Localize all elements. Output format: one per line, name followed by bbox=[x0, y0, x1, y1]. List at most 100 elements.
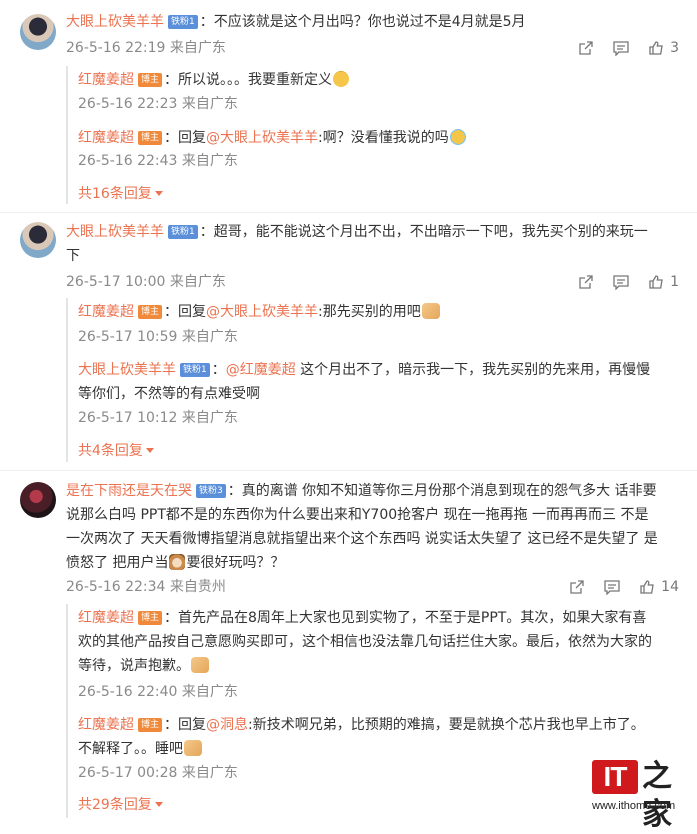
more-replies-link[interactable]: 共16条回复 bbox=[78, 184, 163, 204]
more-replies-label: 共16条回复 bbox=[78, 186, 152, 202]
ithome-watermark: IT 之家 www.ithome.com bbox=[592, 756, 692, 832]
reply-time: 26-5-16 22:23 来自广东 bbox=[78, 96, 238, 112]
comment-time: 26-5-16 22:34 来自贵州 bbox=[66, 579, 226, 595]
share-icon bbox=[579, 41, 593, 55]
like-button[interactable]: 14 bbox=[639, 579, 679, 595]
comment-icon bbox=[613, 41, 629, 56]
comment-text-cont: 说那么白吗 PPT都不是的东西你为什么要出来和Y700抢客户 现在一拖再拖 一而… bbox=[66, 507, 649, 523]
avatar[interactable] bbox=[20, 482, 56, 518]
folded-hands-emoji-icon bbox=[184, 740, 202, 756]
reply-time: 26-5-16 22:43 来自广东 bbox=[78, 153, 238, 169]
owner-badge: 博主 bbox=[138, 73, 163, 87]
comment-actions: 1 bbox=[560, 272, 679, 292]
reply-body: 红魔姜超 博主 ：回复@洞息:新技术啊兄弟，比预期的难搞，要是就换个芯片我也早上市了… bbox=[78, 713, 645, 737]
like-button[interactable]: 3 bbox=[648, 40, 679, 56]
comment-button[interactable] bbox=[612, 40, 630, 56]
share-button[interactable] bbox=[578, 40, 594, 56]
comment-time: 26-5-17 10:00 来自广东 bbox=[66, 274, 226, 290]
reply-time: 26-5-16 22:40 来自广东 bbox=[78, 684, 238, 700]
chevron-down-icon bbox=[154, 802, 163, 807]
fan-badge: 铁粉1 bbox=[168, 225, 198, 239]
comment-actions: 14 bbox=[551, 577, 679, 597]
reply-text-cont: 欢的其他产品按自己意愿购买即可，这个相信也没法靠几句话拦住大家。最后，依然为大家… bbox=[78, 634, 652, 650]
share-button[interactable] bbox=[569, 579, 585, 595]
comment-icon bbox=[604, 580, 620, 595]
comment-actions: 3 bbox=[560, 38, 679, 58]
reply-text: ：所以说。。。我要重新定义 bbox=[164, 72, 333, 88]
reply-text-cont: 不解释了。。睡吧 bbox=[78, 737, 203, 761]
fan-badge: 铁粉1 bbox=[168, 15, 198, 29]
mention-link[interactable]: @洞息 bbox=[206, 717, 248, 733]
like-button[interactable]: 1 bbox=[648, 274, 679, 290]
reply-body: 红魔姜超 博主 ：所以说。。。我要重新定义 bbox=[78, 68, 350, 92]
reply-author[interactable]: 大眼上砍美羊羊 bbox=[78, 362, 176, 378]
more-replies-link[interactable]: 共4条回复 bbox=[78, 441, 154, 461]
reply-prefix: ： bbox=[211, 362, 226, 378]
comment-text-cont: 一次两次了 天天看微博指望消息就指望出来个这个东西吗 说实话太失望了 这已经不是… bbox=[66, 531, 658, 547]
laugh-cry-emoji-icon bbox=[449, 129, 466, 145]
chevron-down-icon bbox=[145, 448, 154, 453]
reply-text-cont: 等待，说声抱歉。 bbox=[78, 654, 210, 678]
owner-badge: 博主 bbox=[138, 718, 163, 732]
reply-body: 大眼上砍美羊羊 铁粉1 ：@红魔姜超 这个月出不了，暗示我一下，我先买别的先来用，再… bbox=[78, 358, 650, 382]
comment-text-cont: 下 bbox=[66, 248, 80, 264]
comment-text: ：超哥，能不能说这个月出不出，不出暗示一下吧，我先买个别的来玩一 bbox=[199, 224, 648, 240]
reply-prefix: ：回复 bbox=[164, 130, 207, 146]
share-icon bbox=[570, 580, 584, 594]
comment-body: 是在下雨还是天在哭 铁粉3 ：真的离谱 你知不知道等你三月份那个消息到现在的怨气多大… bbox=[66, 479, 657, 503]
reply-body: 红魔姜超 博主 ：首先产品在8周年上大家也见到实物了，不至于是PPT。其次，如果大家… bbox=[78, 606, 646, 630]
comment-button[interactable] bbox=[603, 579, 621, 595]
share-button[interactable] bbox=[578, 274, 594, 290]
thumbs-up-icon bbox=[649, 275, 663, 289]
like-count: 1 bbox=[670, 274, 679, 290]
ithome-url: www.ithome.com bbox=[592, 800, 676, 812]
reply-author[interactable]: 红魔姜超 bbox=[78, 610, 134, 626]
reply-body: 红魔姜超 博主 ：回复@大眼上砍美羊羊:啊？没看懂我说的吗 bbox=[78, 126, 467, 150]
owner-badge: 博主 bbox=[138, 305, 163, 319]
reply-text-cont: 等你们，不然等的有点难受啊 bbox=[78, 386, 260, 402]
mention-link[interactable]: @大眼上砍美羊羊 bbox=[206, 130, 318, 146]
reply-text: :新技术啊兄弟，比预期的难搞，要是就换个芯片我也早上市了。 bbox=[248, 717, 645, 733]
like-count: 14 bbox=[661, 579, 679, 595]
comment-icon bbox=[613, 275, 629, 290]
chevron-down-icon bbox=[154, 191, 163, 196]
folded-hands-emoji-icon bbox=[421, 303, 440, 319]
avatar[interactable] bbox=[20, 14, 56, 50]
avatar[interactable] bbox=[20, 222, 56, 258]
divider bbox=[0, 212, 697, 213]
comment-text: ：不应该就是这个月出吗？你也说过不是4月就是5月 bbox=[199, 14, 526, 30]
comment-author[interactable]: 是在下雨还是天在哭 bbox=[66, 483, 192, 499]
divider bbox=[0, 470, 697, 471]
ithome-logo-icon: IT bbox=[592, 760, 638, 794]
reply-author[interactable]: 红魔姜超 bbox=[78, 72, 134, 88]
mention-link[interactable]: @大眼上砍美羊羊 bbox=[206, 304, 318, 320]
more-replies-label: 共29条回复 bbox=[78, 797, 152, 813]
comment-button[interactable] bbox=[612, 274, 630, 290]
dog-emoji-icon bbox=[169, 554, 186, 570]
comment-body: 大眼上砍美羊羊 铁粉1 ：超哥，能不能说这个月出不出，不出暗示一下吧，我先买个别的来… bbox=[66, 220, 648, 244]
more-replies-label: 共4条回复 bbox=[78, 443, 143, 459]
reply-body: 红魔姜超 博主 ：回复@大眼上砍美羊羊:那先买别的用吧 bbox=[78, 300, 441, 324]
reply-text: :那先买别的用吧 bbox=[318, 304, 421, 320]
thumbs-up-icon bbox=[640, 580, 654, 594]
fan-badge: 铁粉1 bbox=[180, 363, 210, 377]
reply-text: :啊？没看懂我说的吗 bbox=[318, 130, 449, 146]
more-replies-link[interactable]: 共29条回复 bbox=[78, 795, 163, 815]
reply-author[interactable]: 红魔姜超 bbox=[78, 717, 134, 733]
mention-link[interactable]: @红魔姜超 bbox=[226, 362, 296, 378]
reply-text-part: 不解释了。。睡吧 bbox=[78, 741, 183, 757]
reply-prefix: ：回复 bbox=[164, 717, 207, 733]
reply-time: 26-5-17 00:28 来自广东 bbox=[78, 765, 238, 781]
comment-author[interactable]: 大眼上砍美羊羊 bbox=[66, 224, 164, 240]
reply-author[interactable]: 红魔姜超 bbox=[78, 304, 134, 320]
comment-text-part: 愤怒了 把用户当 bbox=[66, 555, 169, 571]
reply-author[interactable]: 红魔姜超 bbox=[78, 130, 134, 146]
owner-badge: 博主 bbox=[138, 611, 163, 625]
ithome-logo-text: 之家 bbox=[642, 759, 672, 832]
reply-time: 26-5-17 10:12 来自广东 bbox=[78, 410, 238, 426]
comment-body: 大眼上砍美羊羊 铁粉1 ：不应该就是这个月出吗？你也说过不是4月就是5月 bbox=[66, 10, 526, 34]
share-icon bbox=[579, 275, 593, 289]
comment-text-cont: 愤怒了 把用户当 要很好玩吗？？ bbox=[66, 551, 284, 575]
comment-author[interactable]: 大眼上砍美羊羊 bbox=[66, 14, 164, 30]
comment-time: 26-5-16 22:19 来自广东 bbox=[66, 40, 226, 56]
